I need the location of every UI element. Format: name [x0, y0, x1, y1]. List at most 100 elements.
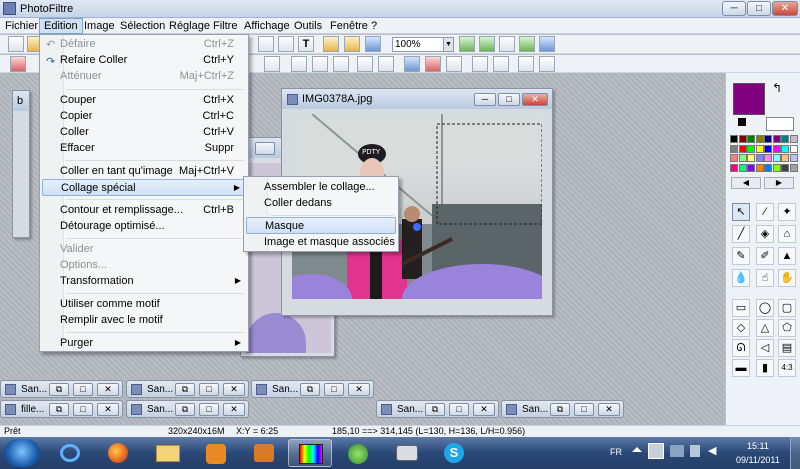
- color-swatch[interactable]: [755, 163, 764, 172]
- advanced-brush-tool-icon[interactable]: ✐: [756, 247, 774, 265]
- restore-icon[interactable]: [255, 142, 275, 155]
- taskbar-media-icon[interactable]: [194, 439, 238, 467]
- menu-outils[interactable]: Outils: [294, 20, 322, 32]
- diamond-shape-icon[interactable]: ◇: [732, 319, 750, 337]
- close-icon[interactable]: ✕: [223, 383, 245, 396]
- menu-help[interactable]: ?: [371, 20, 377, 32]
- menu-reglage[interactable]: Réglage: [169, 20, 210, 32]
- auto-level-icon[interactable]: [10, 56, 26, 72]
- menu-selection[interactable]: Sélection: [120, 20, 165, 32]
- pointer-tool-icon[interactable]: ↖: [732, 203, 750, 221]
- window-icon[interactable]: [365, 36, 381, 52]
- color-swatch[interactable]: [789, 135, 798, 143]
- menu-item-defaire[interactable]: Défaire Ctrl+Z: [42, 36, 246, 53]
- color-swatch[interactable]: [730, 135, 738, 143]
- blur-tool-icon[interactable]: 💧: [732, 269, 750, 287]
- maximize-icon[interactable]: □: [199, 383, 219, 396]
- brush-tool-icon[interactable]: ✎: [732, 247, 750, 265]
- color-swatch[interactable]: [747, 154, 755, 162]
- full-icon[interactable]: [519, 36, 535, 52]
- minimized-window[interactable]: San... ⧉ □ ✕: [251, 380, 374, 398]
- restore-icon[interactable]: ⧉: [550, 403, 570, 416]
- menu-item-transformation[interactable]: Transformation ▶: [42, 273, 246, 290]
- clock-time[interactable]: 15:11: [747, 441, 769, 451]
- flip-v-icon[interactable]: [493, 56, 509, 72]
- new-icon[interactable]: [8, 36, 24, 52]
- minimized-window[interactable]: fille... ⧉ □ ✕: [0, 400, 123, 418]
- invert-selection-icon[interactable]: ▮: [756, 359, 774, 377]
- color-swatch[interactable]: [730, 154, 738, 162]
- taskbar-explorer-icon[interactable]: [146, 439, 190, 467]
- zoom-in-icon[interactable]: [459, 36, 475, 52]
- menu-filtre[interactable]: Filtre: [213, 20, 237, 32]
- minimized-window[interactable]: San... ⧉ □ ✕: [126, 380, 249, 398]
- zoom-out-icon[interactable]: [479, 36, 495, 52]
- menu-item-coller-image[interactable]: Coller en tant qu'image Maj+Ctrl+V: [42, 163, 246, 180]
- color-swatch[interactable]: [738, 154, 747, 162]
- screen-icon[interactable]: [539, 36, 555, 52]
- restore-icon[interactable]: ⧉: [425, 403, 445, 416]
- sharpen2-icon[interactable]: [378, 56, 394, 72]
- fill-tool-icon[interactable]: ◈: [756, 225, 774, 243]
- menu-item-effacer[interactable]: Effacer Suppr: [42, 140, 246, 157]
- rect-shape-icon[interactable]: ▭: [732, 299, 750, 317]
- tray-flag-icon[interactable]: [648, 443, 664, 459]
- palette-prev-icon[interactable]: ◀: [731, 177, 761, 189]
- start-button[interactable]: [4, 439, 40, 467]
- smudge-tool-icon[interactable]: ☝: [756, 269, 774, 287]
- drop-icon[interactable]: [312, 56, 328, 72]
- menu-edition[interactable]: Edition: [39, 18, 83, 34]
- gray-icon[interactable]: [446, 56, 462, 72]
- menu-item-attenuer[interactable]: Atténuer Maj+Ctrl+Z: [42, 68, 246, 85]
- color-swatch[interactable]: [789, 144, 798, 153]
- maximize-button[interactable]: □: [747, 1, 771, 16]
- leaf-icon[interactable]: [344, 36, 360, 52]
- menu-item-purger[interactable]: Purger ▶: [42, 335, 246, 352]
- maximize-icon[interactable]: □: [73, 383, 93, 396]
- color-swatch[interactable]: [755, 144, 764, 153]
- swap-colors-icon[interactable]: ↰: [772, 81, 782, 95]
- submenu-item-assembler[interactable]: Assembler le collage...: [246, 179, 396, 196]
- rounded-rect-shape-icon[interactable]: ▢: [778, 299, 796, 317]
- menu-item-couper[interactable]: Couper Ctrl+X: [42, 92, 246, 109]
- minimized-window[interactable]: San... ⧉ □ ✕: [126, 400, 249, 418]
- selection-icon[interactable]: [278, 36, 294, 52]
- menu-image[interactable]: Image: [84, 20, 115, 32]
- taskbar-photofiltre-icon[interactable]: [288, 439, 332, 467]
- zoom-dropdown-icon[interactable]: ▼: [443, 38, 453, 51]
- menu-item-detourage[interactable]: Détourage optimisé...: [42, 218, 246, 235]
- minimize-button[interactable]: ─: [722, 1, 746, 16]
- submenu-item-image-masque[interactable]: Image et masque associés: [246, 234, 396, 251]
- tray-network-icon[interactable]: [670, 445, 684, 457]
- fit-icon[interactable]: [499, 36, 515, 52]
- restore-icon[interactable]: ⧉: [300, 383, 320, 396]
- color-swatch[interactable]: [781, 163, 789, 172]
- drop2-icon[interactable]: [333, 56, 349, 72]
- rotate-right-icon[interactable]: [539, 56, 555, 72]
- image-minimize-button[interactable]: ─: [474, 93, 496, 106]
- color-swatch[interactable]: [789, 154, 798, 162]
- polygon-lasso-icon[interactable]: ◁: [756, 339, 774, 357]
- menu-item-copier[interactable]: Copier Ctrl+C: [42, 108, 246, 125]
- color-swatch[interactable]: [764, 154, 772, 162]
- foreground-color[interactable]: [733, 83, 765, 115]
- color-swatch[interactable]: [772, 154, 781, 162]
- menu-item-collage-special[interactable]: Collage spécial ▶: [42, 179, 246, 196]
- menu-item-utiliser-motif[interactable]: Utiliser comme motif: [42, 296, 246, 313]
- menu-item-remplir-motif[interactable]: Remplir avec le motif: [42, 312, 246, 329]
- grid-icon[interactable]: [264, 56, 280, 72]
- eyedropper-tool-icon[interactable]: ⁄: [756, 203, 774, 221]
- hand-tool-icon[interactable]: ✋: [778, 269, 796, 287]
- clock-date[interactable]: 09/11/2011: [736, 455, 780, 465]
- menu-item-valider[interactable]: Valider: [42, 241, 246, 258]
- saturation-icon[interactable]: [425, 56, 441, 72]
- image-maximize-button[interactable]: □: [498, 93, 520, 106]
- menu-fenetre[interactable]: Fenêtre: [330, 20, 368, 32]
- color-swatch[interactable]: [730, 163, 738, 172]
- close-icon[interactable]: ✕: [348, 383, 370, 396]
- sharpen-icon[interactable]: [357, 56, 373, 72]
- color-swatch[interactable]: [738, 135, 747, 143]
- maximize-icon[interactable]: □: [73, 403, 93, 416]
- color-swatch[interactable]: [772, 144, 781, 153]
- submenu-item-coller-dedans[interactable]: Coller dedans: [246, 195, 396, 212]
